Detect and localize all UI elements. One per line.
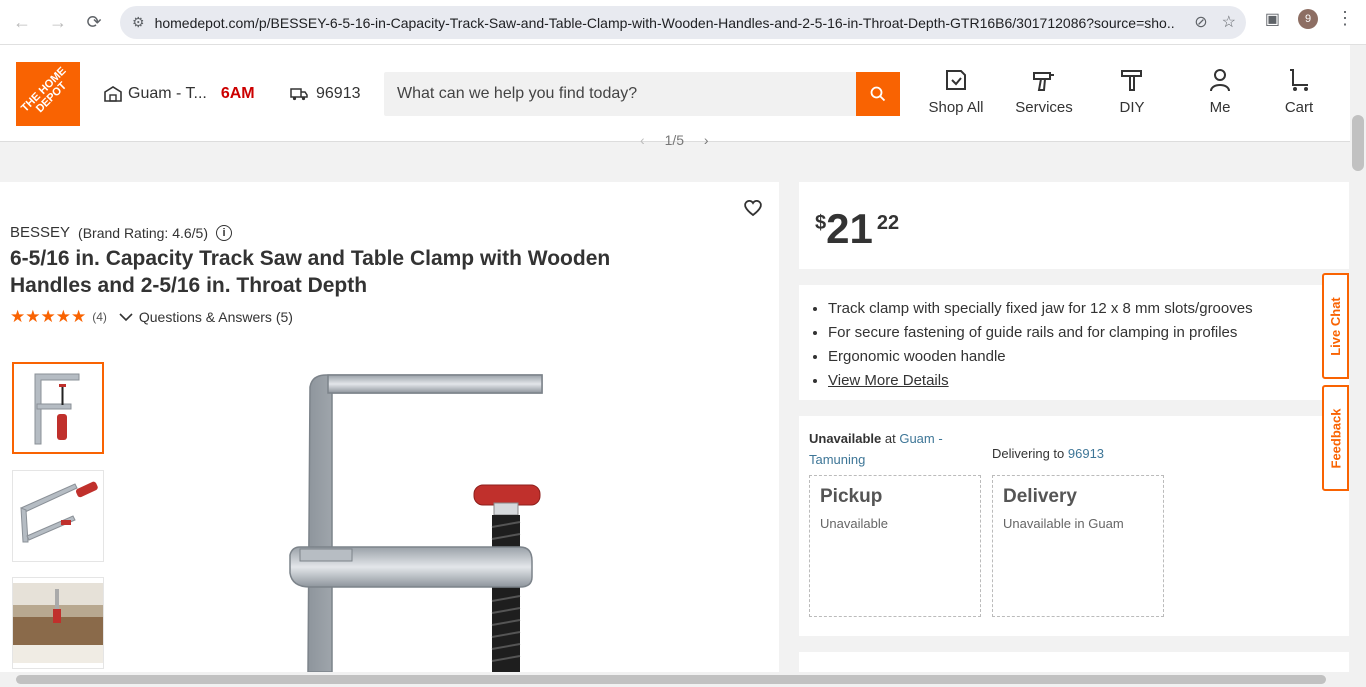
clamp-main-image	[289, 374, 543, 672]
pickup-title: Pickup	[820, 486, 883, 507]
shop-all-icon	[946, 70, 966, 90]
delivery-title: Delivery	[1003, 486, 1077, 507]
price-dollars: 21	[826, 205, 873, 252]
clamp-angle-thumbnail-image	[20, 481, 98, 543]
nav-shop-all[interactable]: Shop All	[916, 67, 996, 116]
search-icon	[870, 86, 886, 102]
highlight-item: For secure fastening of guide rails and …	[828, 321, 1253, 345]
menu-kebab-icon[interactable]: ⋮	[1336, 8, 1354, 29]
delivery-option[interactable]: Delivery Unavailable in Guam	[992, 475, 1164, 617]
back-icon[interactable]: ←	[4, 4, 40, 40]
store-selector[interactable]: Guam - T... 6AM	[104, 85, 255, 103]
store-name: Guam - T...	[128, 85, 207, 102]
product-media-card: BESSEY (Brand Rating: 4.6/5) i 6-5/16 in…	[0, 182, 779, 672]
delivery-status: Unavailable in Guam	[1003, 516, 1124, 531]
nav-diy[interactable]: DIY	[1092, 67, 1172, 116]
search-bar	[384, 72, 900, 116]
favorite-heart-icon[interactable]	[743, 199, 763, 222]
search-input[interactable]	[384, 72, 844, 116]
store-icon	[104, 86, 122, 102]
store-hours: 6AM	[220, 85, 255, 102]
highlight-item: Track clamp with specially fixed jaw for…	[828, 297, 1253, 321]
star-rating[interactable]: ★★★★★	[10, 307, 86, 327]
thumbnail-1[interactable]	[12, 362, 104, 454]
delivery-zip-selector[interactable]: 96913	[290, 85, 361, 103]
site-info-icon[interactable]: ⚙	[132, 14, 145, 31]
thumbnail-2[interactable]	[12, 470, 104, 562]
chevron-down-icon	[119, 313, 133, 322]
url-text[interactable]: homedepot.com/p/BESSEY-6-5-16-in-Capacit…	[155, 15, 1175, 31]
ratings-row: ★★★★★ (4) Questions & Answers (5)	[10, 307, 293, 327]
side-panel-icon[interactable]: ▣	[1265, 9, 1280, 29]
reload-icon[interactable]: ⟳	[76, 4, 112, 40]
store-availability: Unavailable at Guam - Tamuning	[809, 431, 943, 467]
horizontal-scrollbar[interactable]	[0, 672, 1366, 687]
nav-services[interactable]: Services	[1004, 67, 1084, 116]
home-depot-logo[interactable]: THE HOME DEPOT	[16, 62, 80, 126]
live-chat-tab[interactable]: Live Chat	[1322, 273, 1349, 379]
cart-icon	[1290, 69, 1308, 91]
brand-line: BESSEY (Brand Rating: 4.6/5) i	[10, 224, 232, 241]
vertical-scroll-thumb[interactable]	[1352, 115, 1364, 171]
delivery-zip-link[interactable]: 96913	[1068, 446, 1104, 461]
product-main-image[interactable]	[270, 367, 740, 672]
highlights-card: Track clamp with specially fixed jaw for…	[799, 285, 1349, 400]
profile-avatar[interactable]: 9	[1298, 8, 1318, 29]
price-card: $ 21 22	[799, 182, 1349, 269]
pickup-option[interactable]: Pickup Unavailable	[809, 475, 981, 617]
zip-code: 96913	[316, 85, 361, 102]
nav-me[interactable]: Me	[1180, 67, 1260, 116]
forward-icon[interactable]: →	[40, 4, 76, 40]
clamp-thumbnail-image	[34, 373, 80, 445]
carousel-prev-icon[interactable]: ‹	[640, 132, 645, 148]
price: $ 21 22	[815, 208, 899, 250]
review-count[interactable]: (4)	[92, 310, 107, 324]
highlight-item: View More Details	[828, 369, 1253, 393]
pickup-status: Unavailable	[820, 516, 888, 531]
nav-cart[interactable]: Cart	[1259, 67, 1339, 116]
diy-hammer-icon	[1121, 70, 1142, 91]
address-bar[interactable]: ⚙ homedepot.com/p/BESSEY-6-5-16-in-Capac…	[120, 6, 1246, 39]
horizontal-scroll-thumb[interactable]	[16, 675, 1326, 684]
carousel-next-icon[interactable]: ›	[704, 132, 709, 148]
highlights-list: Track clamp with specially fixed jaw for…	[828, 297, 1253, 393]
vertical-scrollbar[interactable]	[1350, 45, 1366, 672]
brand-name[interactable]: BESSEY	[10, 224, 70, 241]
services-icon	[1033, 72, 1054, 91]
search-button[interactable]	[856, 72, 900, 116]
thumbnail-3[interactable]	[12, 577, 104, 669]
price-currency: $	[815, 212, 827, 234]
highlight-item: Ergonomic wooden handle	[828, 345, 1253, 369]
price-cents: 22	[876, 212, 900, 234]
questions-answers-link[interactable]: Questions & Answers (5)	[119, 309, 293, 325]
browser-toolbar: ← → ⟳ ⚙ homedepot.com/p/BESSEY-6-5-16-in…	[0, 0, 1366, 45]
product-title: 6-5/16 in. Capacity Track Saw and Table …	[10, 247, 611, 297]
brand-rating: (Brand Rating: 4.6/5)	[78, 224, 208, 241]
fulfillment-card: Unavailable at Guam - Tamuning Deliverin…	[799, 416, 1349, 636]
info-icon[interactable]: i	[216, 224, 232, 241]
delivering-to: Delivering to 96913	[992, 446, 1105, 461]
clamp-in-use-thumbnail-image	[13, 583, 103, 663]
site-header: THE HOME DEPOT Guam - T... 6AM 96913 Sho…	[0, 45, 1350, 142]
truck-icon	[290, 88, 308, 101]
user-icon	[1210, 69, 1230, 92]
bookmark-star-icon[interactable]: ☆	[1222, 12, 1236, 32]
feedback-tab[interactable]: Feedback	[1322, 385, 1349, 491]
tracking-icon[interactable]: ⊘	[1194, 12, 1207, 32]
carousel-indicator: ‹ 1/5 ›	[640, 132, 709, 148]
view-more-details-link[interactable]: View More Details	[828, 372, 949, 389]
